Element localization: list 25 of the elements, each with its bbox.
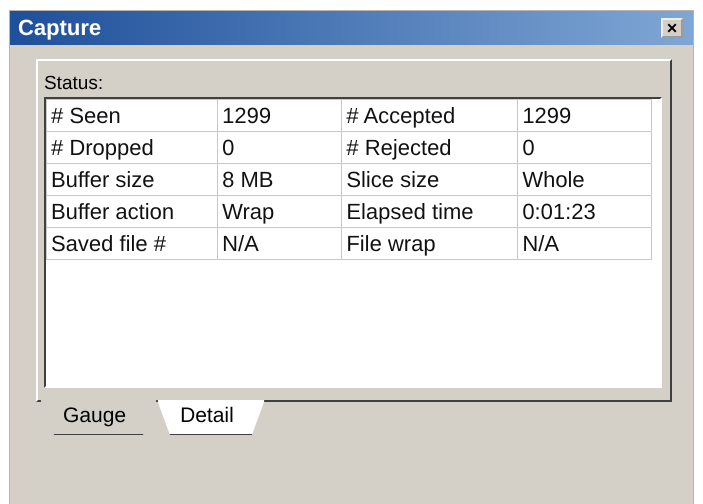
table-cell: Buffer size bbox=[46, 164, 218, 196]
table-cell: 0:01:23 bbox=[518, 196, 652, 228]
table-cell: File wrap bbox=[342, 228, 518, 260]
table-cell: 0 bbox=[218, 132, 342, 164]
table-cell: Slice size bbox=[342, 164, 518, 196]
table-cell: # Accepted bbox=[342, 100, 518, 132]
table-cell: Whole bbox=[518, 164, 652, 196]
tab[interactable]: Detail bbox=[157, 400, 265, 435]
table-cell: Buffer action bbox=[46, 196, 218, 228]
table-cell: Saved file # bbox=[46, 228, 218, 260]
table-cell: N/A bbox=[218, 228, 342, 260]
table-cell: 1299 bbox=[218, 100, 342, 132]
table-cell: 8 MB bbox=[218, 164, 342, 196]
table-cell: 1299 bbox=[518, 100, 652, 132]
close-button[interactable]: × bbox=[661, 18, 683, 38]
table-cell: 0 bbox=[518, 132, 652, 164]
table-cell: Wrap bbox=[218, 196, 342, 228]
table-cell: Elapsed time bbox=[342, 196, 518, 228]
window-title: Capture bbox=[18, 15, 102, 41]
table-cell: N/A bbox=[518, 228, 652, 260]
table-cell: # Rejected bbox=[342, 132, 518, 164]
table-cell: # Dropped bbox=[46, 132, 218, 164]
status-label: Status: bbox=[44, 73, 104, 95]
tab[interactable]: Gauge bbox=[40, 400, 158, 435]
table-cell: # Seen bbox=[46, 100, 218, 132]
